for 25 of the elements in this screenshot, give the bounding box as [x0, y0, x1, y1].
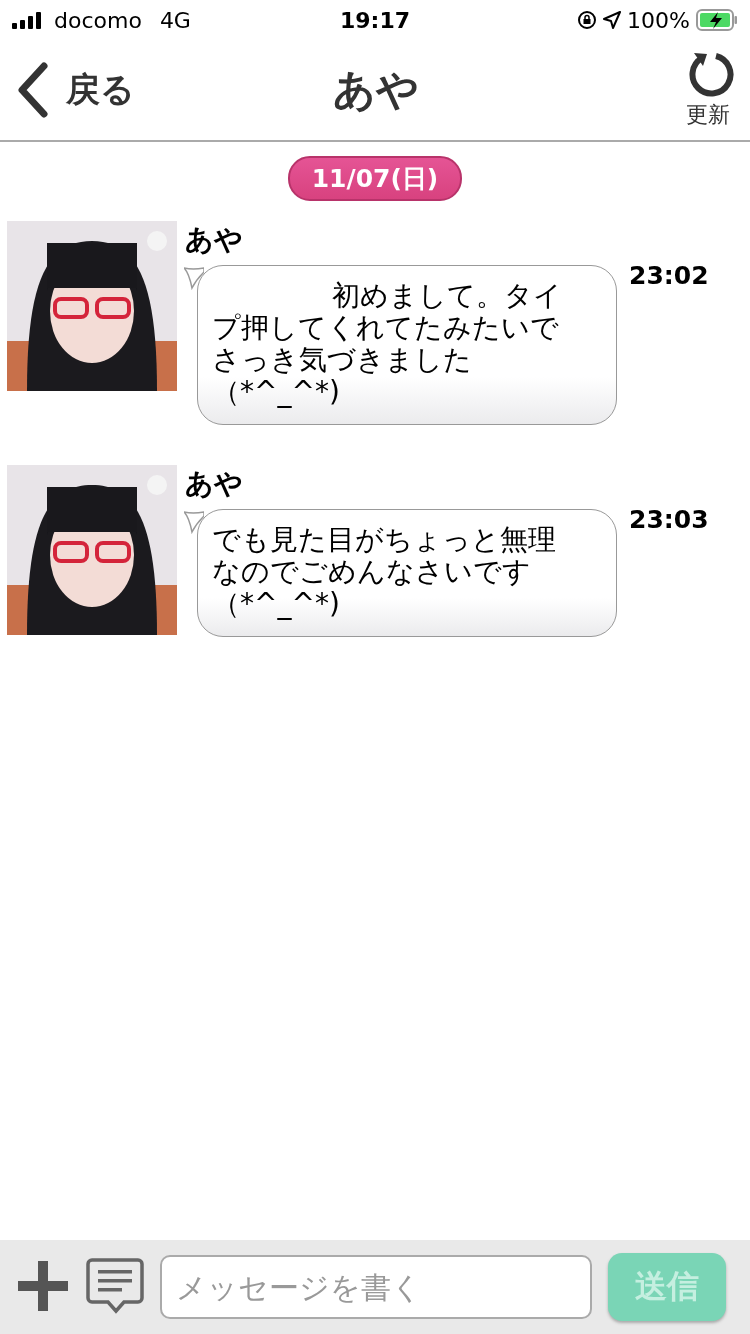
message-time: 23:02	[629, 261, 709, 290]
carrier-name: docomo	[54, 7, 142, 33]
sender-name: あや	[185, 466, 244, 502]
speech-bubble-icon	[86, 1257, 144, 1314]
date-badge: 11/07(日)	[287, 156, 463, 201]
message-text-line: さっき気づきました	[212, 344, 472, 376]
message-text-line: プ押してくれてたみたいで	[212, 312, 559, 344]
battery-charging-icon	[696, 9, 738, 31]
message-input[interactable]: メッセージを書く	[160, 1255, 592, 1319]
sender-name: あや	[185, 222, 244, 258]
chat-title: あや	[333, 64, 419, 116]
battery-percent: 100%	[627, 7, 690, 33]
rotation-lock-icon	[577, 10, 598, 30]
back-button[interactable]: 戻る	[16, 62, 176, 118]
message-text-line: （*^_^*)	[212, 588, 340, 620]
location-arrow-icon	[603, 11, 622, 29]
message-time: 23:03	[629, 505, 709, 534]
plus-icon	[16, 1258, 70, 1313]
network-type: 4G	[159, 7, 191, 33]
message-text-line: （*^_^*)	[212, 376, 340, 408]
chevron-left-icon	[16, 62, 50, 118]
message-text-line: でも見た目がちょっと無理	[212, 524, 556, 556]
refresh-button[interactable]: 更新	[576, 50, 736, 130]
message-text-line: なのでごめんなさいです	[212, 556, 531, 588]
clock-time: 19:17	[340, 7, 410, 33]
